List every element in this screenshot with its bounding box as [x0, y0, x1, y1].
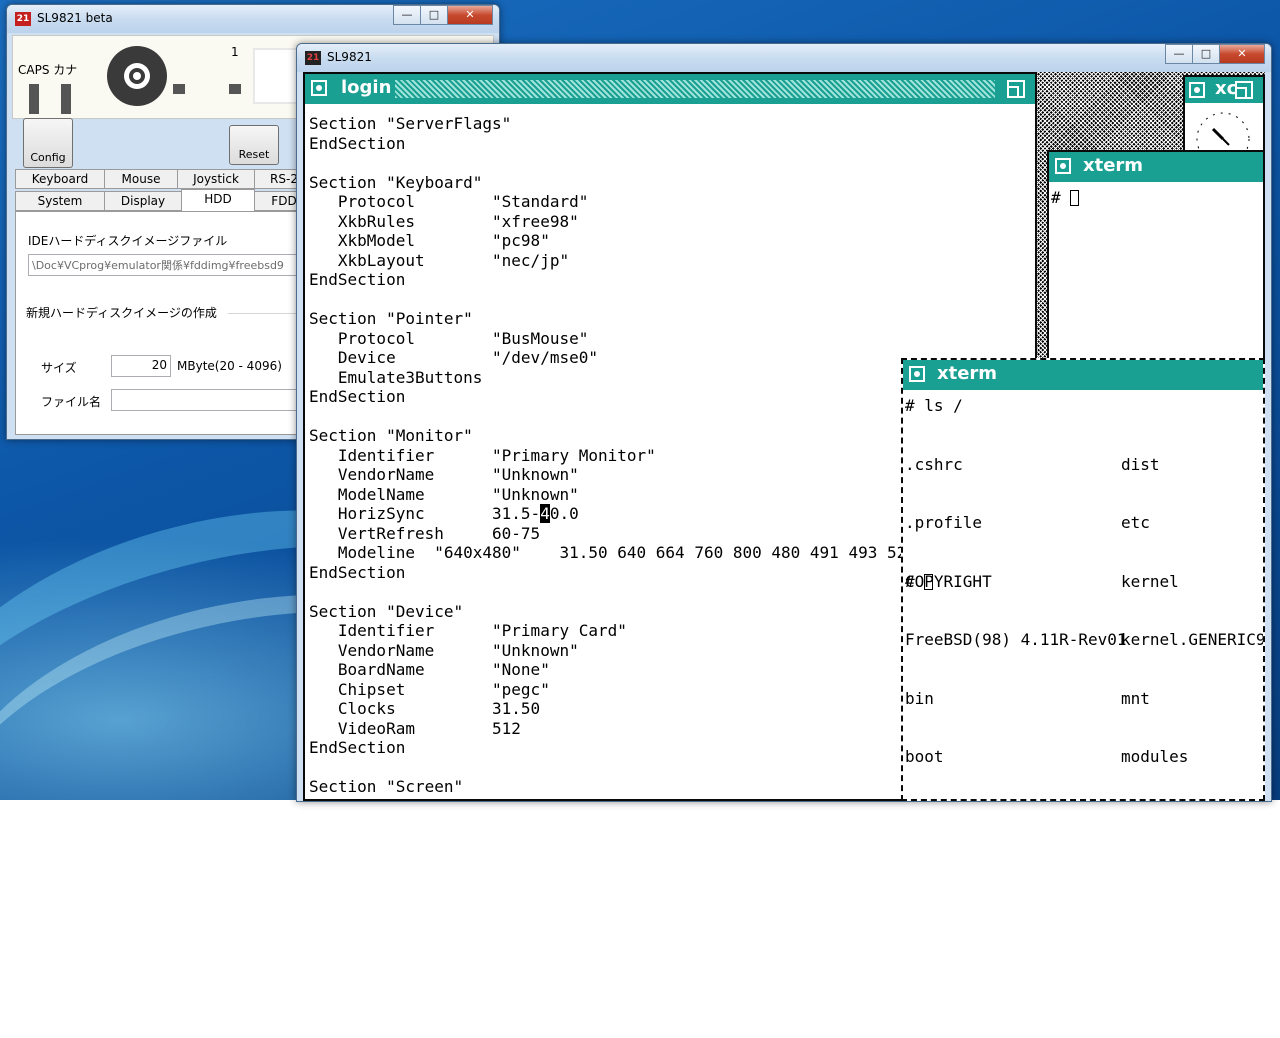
caps-kana-label: CAPS カナ: [18, 63, 78, 77]
resize-icon[interactable]: [1007, 80, 1025, 98]
xterm-titlebar[interactable]: xterm: [903, 360, 1263, 390]
list-item: kernel.GENERIC98: [1121, 630, 1265, 649]
list-item: dist: [1121, 454, 1160, 474]
reset-button-label: Reset: [238, 148, 270, 161]
xterm-title: xterm: [937, 363, 998, 384]
tab-keyboard[interactable]: Keyboard: [15, 169, 105, 189]
xclock-window: xc: [1183, 75, 1265, 155]
hdd-access-icon: [107, 46, 167, 106]
caption-buttons: — □ ✕: [393, 5, 493, 25]
tab-hdd[interactable]: HDD: [181, 189, 255, 212]
iconify-icon[interactable]: [1189, 82, 1205, 98]
iconify-icon[interactable]: [1055, 158, 1071, 174]
window-title: SL9821 beta: [37, 11, 113, 25]
maximize-button[interactable]: □: [1192, 44, 1220, 64]
ls-output-col1: .cshrc .profile COPYRIGHT FreeBSD(98) 4.…: [905, 416, 1127, 800]
emulator-window: 21 SL9821 — □ ✕ login Section "ServerFla…: [296, 43, 1272, 802]
tab-display[interactable]: Display: [104, 191, 182, 211]
config-button-label: Config: [30, 151, 66, 164]
login-terminal-text[interactable]: Section "ServerFlags" EndSection Section…: [309, 114, 916, 797]
xclock-titlebar[interactable]: xc: [1185, 77, 1263, 103]
fdd-drive-number: 1: [231, 45, 239, 59]
xf86config-text-rest: 0.0 VertRefresh 60-75 Modeline "640x480"…: [309, 504, 916, 796]
list-item: COPYRIGHT: [905, 571, 992, 591]
iconify-icon[interactable]: [311, 80, 327, 96]
new-image-group-label: 新規ハードディスクイメージの作成: [26, 306, 217, 320]
xterm-bottom-prompt-line[interactable]: #: [905, 571, 934, 592]
text-cursor: [1070, 190, 1080, 206]
app-icon: 21: [15, 12, 31, 26]
config-titlebar[interactable]: 21 SL9821 beta — □ ✕: [7, 5, 499, 33]
emulator-titlebar[interactable]: 21 SL9821 — □ ✕: [297, 44, 1271, 72]
ls-command: # ls /: [905, 396, 963, 415]
list-item: bin: [905, 688, 934, 708]
close-button[interactable]: ✕: [1219, 44, 1265, 64]
maximize-button[interactable]: □: [420, 5, 448, 25]
tab-mouse[interactable]: Mouse: [104, 169, 178, 189]
filename-label: ファイル名: [41, 395, 102, 409]
xclock-title: xc: [1215, 78, 1238, 99]
xterm-titlebar[interactable]: xterm: [1049, 152, 1263, 182]
ls-output-col2: dist etc kernel kernel.GENERIC98 mnt mod…: [1121, 416, 1265, 800]
list-item: FreeBSD(98) 4.11R-Rev01: [905, 630, 1127, 649]
login-title: login: [341, 77, 392, 98]
title-stripe: [395, 80, 995, 98]
list-item: etc: [1121, 513, 1150, 532]
list-item: mnt: [1121, 688, 1150, 708]
iconify-icon[interactable]: [909, 366, 925, 382]
size-label: サイズ: [41, 361, 77, 375]
tab-system[interactable]: System: [15, 191, 105, 211]
xf86config-text: Section "ServerFlags" EndSection Section…: [309, 114, 656, 523]
xterm-window-bottom: xterm # ls / .cshrc .profile COPYRIGHT F…: [901, 358, 1265, 801]
list-item: kernel: [1121, 571, 1179, 591]
config-button[interactable]: Config: [23, 118, 73, 168]
reset-button[interactable]: Reset: [229, 125, 279, 165]
window-title: SL9821: [327, 50, 372, 64]
shell-prompt: #: [905, 571, 925, 591]
list-item: .cshrc: [905, 454, 963, 474]
floppy-icon: [253, 48, 301, 104]
close-button[interactable]: ✕: [447, 5, 493, 25]
kana-led: [61, 84, 71, 114]
xterm-top-text[interactable]: #: [1051, 188, 1080, 208]
text-cursor: [924, 573, 934, 590]
size-unit-label: MByte(20 - 4096): [177, 359, 282, 373]
list-item: modules: [1121, 747, 1189, 766]
tab-joystick[interactable]: Joystick: [177, 169, 255, 189]
fdd-led: [229, 84, 241, 94]
clock-face-icon: [1196, 112, 1250, 153]
login-titlebar[interactable]: login: [305, 74, 1035, 104]
minimize-button[interactable]: —: [393, 5, 421, 25]
list-item: .profile: [905, 513, 983, 532]
app-icon: 21: [305, 51, 321, 65]
xterm-title: xterm: [1083, 155, 1144, 176]
caption-buttons: — □ ✕: [1165, 44, 1265, 64]
xterm-window-top: xterm #: [1047, 150, 1265, 360]
caps-led: [29, 84, 39, 114]
resize-icon[interactable]: [1235, 81, 1253, 99]
hdd-led: [173, 84, 185, 94]
text-cursor: 4: [540, 504, 550, 523]
minimize-button[interactable]: —: [1165, 44, 1193, 64]
ide-image-label: IDEハードディスクイメージファイル: [28, 234, 228, 248]
x-root-window: login Section "ServerFlags" EndSection S…: [303, 72, 1265, 801]
shell-prompt: #: [1051, 188, 1071, 207]
size-input[interactable]: 20: [111, 355, 171, 377]
list-item: boot: [905, 747, 944, 766]
